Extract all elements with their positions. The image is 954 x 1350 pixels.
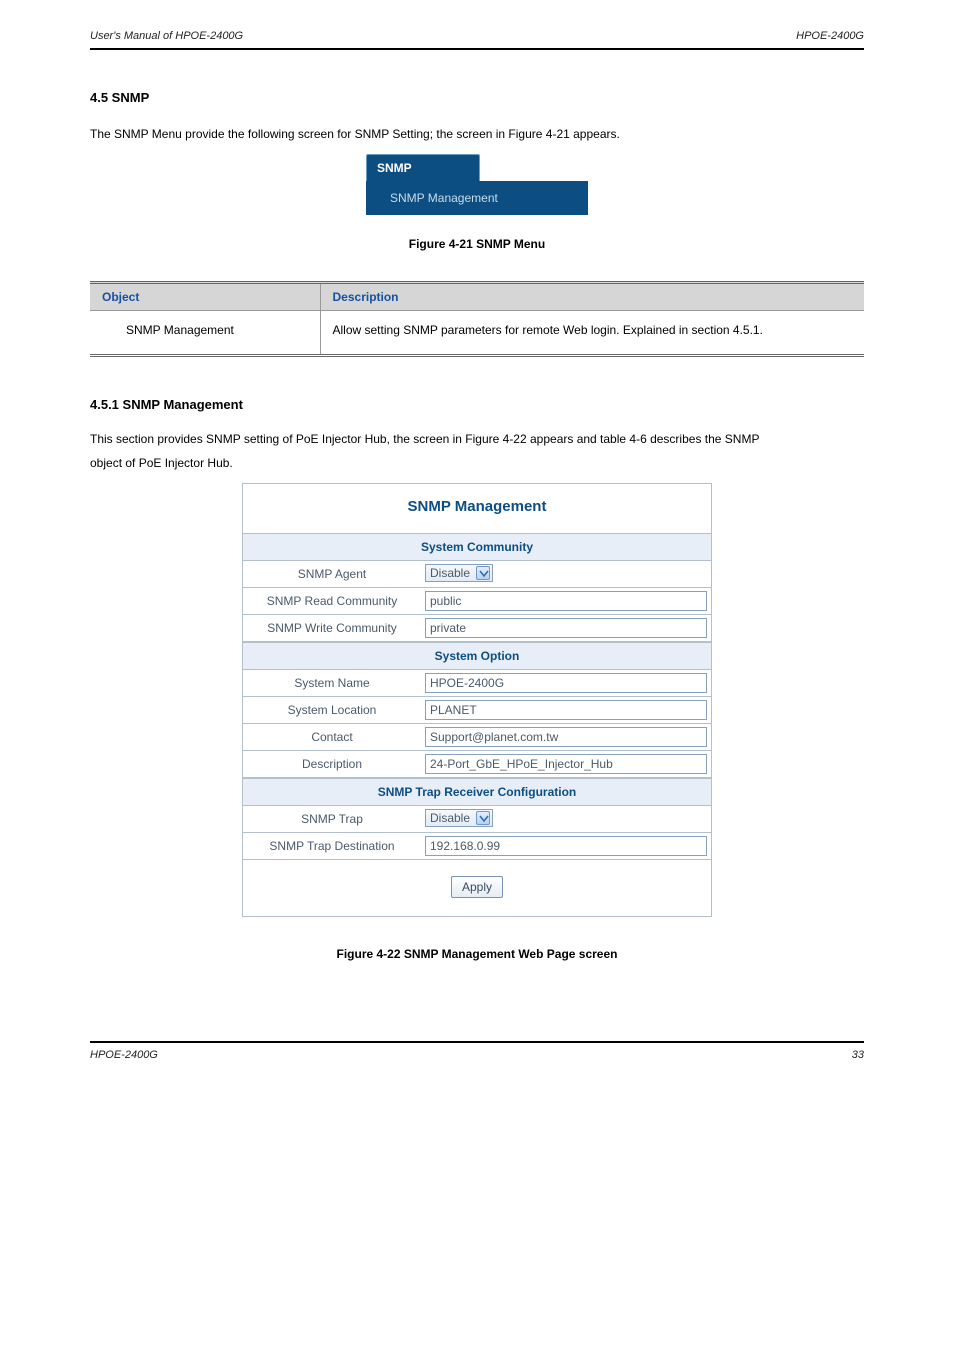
row-description: Allow setting SNMP parameters for remote…: [320, 310, 864, 355]
section-heading: 4.5 SNMP: [90, 90, 864, 105]
select-snmp-agent[interactable]: Disable: [425, 564, 493, 582]
input-system-location[interactable]: [425, 700, 707, 720]
snmp-management-panel: SNMP Management System Community SNMP Ag…: [242, 483, 712, 917]
input-trap-destination[interactable]: [425, 836, 707, 856]
label-trap-destination: SNMP Trap Destination: [243, 833, 421, 859]
label-snmp-agent: SNMP Agent: [243, 561, 421, 587]
panel-title: SNMP Management: [243, 484, 711, 533]
header-right: HPOE-2400G: [796, 30, 864, 42]
input-description[interactable]: [425, 754, 707, 774]
label-description: Description: [243, 751, 421, 777]
page-footer: HPOE-2400G 33: [90, 1041, 864, 1061]
nav-item-snmp-management[interactable]: SNMP Management: [366, 181, 588, 215]
footer-page-number: 33: [852, 1049, 864, 1061]
table-row:  SNMP Management Allow setting SNMP par…: [90, 310, 864, 355]
figure-caption-2: Figure 4-22 SNMP Management Web Page scr…: [90, 947, 864, 961]
select-snmp-trap[interactable]: Disable: [425, 809, 493, 827]
subsection-heading: 4.5.1 SNMP Management: [90, 397, 864, 412]
table-header-object: Object: [90, 282, 320, 310]
input-system-name[interactable]: [425, 673, 707, 693]
section-trap-config: SNMP Trap Receiver Configuration: [243, 778, 711, 806]
label-snmp-trap: SNMP Trap: [243, 806, 421, 832]
figure-caption-1: Figure 4-21 SNMP Menu: [90, 237, 864, 251]
header-left: User's Manual of HPOE-2400G: [90, 30, 243, 42]
input-read-community[interactable]: [425, 591, 707, 611]
chevron-down-icon: [476, 811, 490, 825]
nav-tab-snmp[interactable]: SNMP: [366, 154, 480, 181]
select-snmp-trap-value: Disable: [430, 811, 470, 825]
section-intro: The SNMP Menu provide the following scre…: [90, 125, 864, 144]
label-read-community: SNMP Read Community: [243, 588, 421, 614]
select-snmp-agent-value: Disable: [430, 566, 470, 580]
page-header: User's Manual of HPOE-2400G HPOE-2400G: [90, 30, 864, 50]
snmp-object-table: Object Description  SNMP Management All…: [90, 281, 864, 357]
input-contact[interactable]: [425, 727, 707, 747]
snmp-nav-figure: SNMP SNMP Management: [90, 154, 864, 215]
row-label: SNMP Management: [126, 323, 234, 337]
table-header-description: Description: [320, 282, 864, 310]
input-write-community[interactable]: [425, 618, 707, 638]
section-system-community: System Community: [243, 533, 711, 561]
label-system-name: System Name: [243, 670, 421, 696]
subsection-intro-1: This section provides SNMP setting of Po…: [90, 430, 864, 449]
label-contact: Contact: [243, 724, 421, 750]
label-system-location: System Location: [243, 697, 421, 723]
bullet-icon: : [102, 323, 116, 338]
section-system-option: System Option: [243, 642, 711, 670]
subsection-intro-2: object of PoE Injector Hub.: [90, 454, 864, 473]
label-write-community: SNMP Write Community: [243, 615, 421, 641]
chevron-down-icon: [476, 566, 490, 580]
apply-button[interactable]: Apply: [451, 876, 503, 898]
footer-left: HPOE-2400G: [90, 1049, 158, 1061]
